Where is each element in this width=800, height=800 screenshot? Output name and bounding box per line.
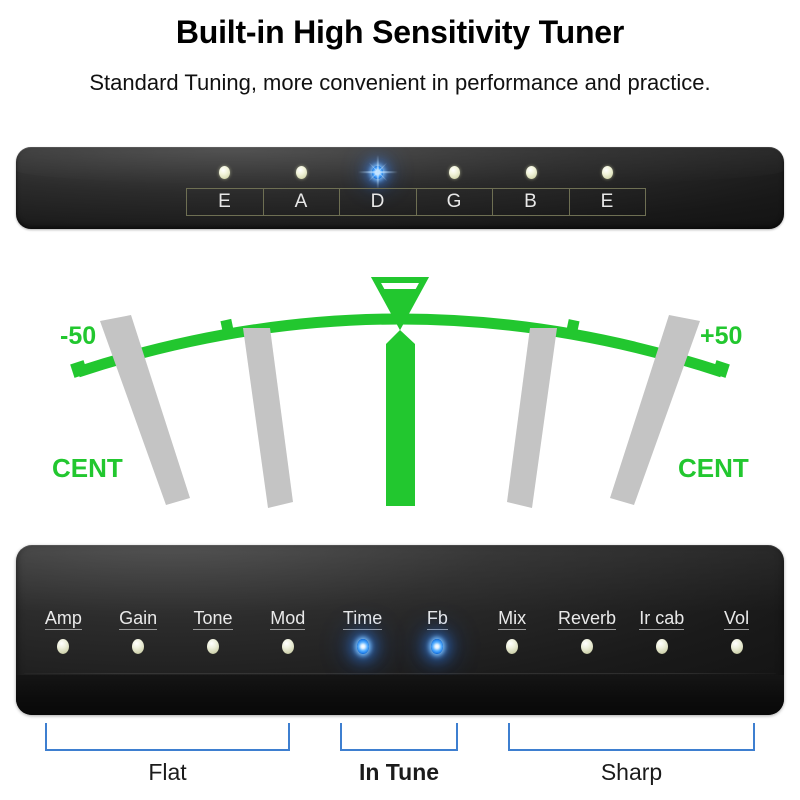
knob-vol[interactable]: Vol bbox=[699, 608, 774, 668]
knob-led-wrap bbox=[506, 639, 519, 654]
string-note-cell[interactable]: D bbox=[340, 189, 417, 215]
string-led-d-2 bbox=[357, 155, 398, 189]
knob-label: Gain bbox=[119, 608, 158, 630]
led-indicator-off bbox=[206, 639, 219, 654]
bracket-flat bbox=[45, 723, 290, 751]
bracket-label-flat: Flat bbox=[148, 759, 187, 785]
knob-led-wrap bbox=[431, 639, 444, 654]
knob-label: Ir cab bbox=[639, 608, 685, 630]
knob-gain[interactable]: Gain bbox=[101, 608, 176, 668]
led-indicator-on bbox=[356, 639, 369, 654]
knob-reverb[interactable]: Reverb bbox=[550, 608, 625, 668]
knob-amp[interactable]: Amp bbox=[26, 608, 101, 668]
knob-led-wrap bbox=[580, 639, 593, 654]
knob-label: Reverb bbox=[557, 608, 616, 630]
led-indicator-off bbox=[448, 165, 460, 179]
bracket-label-in-tune: In Tune bbox=[358, 759, 440, 785]
knob-fb[interactable]: Fb bbox=[400, 608, 475, 668]
led-indicator-off bbox=[218, 165, 230, 179]
bracket-in-tune bbox=[340, 723, 458, 751]
knob-label: Vol bbox=[724, 608, 750, 630]
string-led-e-0 bbox=[218, 165, 230, 179]
knob-led-wrap bbox=[281, 639, 294, 654]
knob-label: Mod bbox=[270, 608, 306, 630]
led-indicator-on bbox=[372, 165, 384, 179]
led-indicator-on bbox=[431, 639, 444, 654]
string-note-cell[interactable]: G bbox=[417, 189, 493, 215]
string-led-slot bbox=[339, 155, 416, 189]
string-led-g-3 bbox=[448, 165, 460, 179]
led-indicator-off bbox=[132, 639, 145, 654]
string-led-a-1 bbox=[295, 165, 307, 179]
knob-tone[interactable]: Tone bbox=[176, 608, 251, 668]
knob-ir-cab[interactable]: Ir cab bbox=[624, 608, 699, 668]
knob-label: Time bbox=[342, 608, 383, 630]
gauge-needle-center bbox=[386, 330, 415, 506]
string-led-slot bbox=[263, 161, 340, 183]
effects-control-panel: Amp Gain Tone Mod Time Fb Mix Reverb Ir cab Vol bbox=[16, 545, 784, 715]
led-indicator-off bbox=[295, 165, 307, 179]
led-indicator-off bbox=[281, 639, 294, 654]
string-led-slot bbox=[493, 161, 570, 183]
string-note-cell[interactable]: A bbox=[264, 189, 340, 215]
gauge-unit-label-left: CENT bbox=[52, 453, 123, 483]
string-led-slot bbox=[186, 161, 263, 183]
gauge-scale-label-max: +50 bbox=[700, 322, 743, 350]
tuner-infographic: Built-in High Sensitivity Tuner Standard… bbox=[0, 0, 800, 800]
string-led-e-5 bbox=[602, 165, 614, 179]
knob-led-wrap bbox=[132, 639, 145, 654]
tuning-range-brackets: Flat In Tune Sharp bbox=[0, 715, 800, 800]
gauge-scale-label-min: -50 bbox=[60, 322, 97, 350]
gauge-needle-left bbox=[243, 328, 293, 508]
led-indicator-off bbox=[730, 639, 743, 654]
string-led-b-4 bbox=[525, 165, 537, 179]
string-indicator-panel: EADGBE bbox=[16, 147, 784, 229]
led-indicator-off bbox=[525, 165, 537, 179]
knob-led-wrap bbox=[356, 639, 369, 654]
led-indicator-off bbox=[57, 639, 70, 654]
gauge-needle-right bbox=[507, 328, 557, 508]
string-note-cell[interactable]: B bbox=[493, 189, 570, 215]
knob-label: Amp bbox=[44, 608, 82, 630]
page-title: Built-in High Sensitivity Tuner bbox=[175, 14, 625, 50]
page-subtitle: Standard Tuning, more convenient in perf… bbox=[89, 70, 711, 95]
led-indicator-off bbox=[580, 639, 593, 654]
knob-mix[interactable]: Mix bbox=[475, 608, 550, 668]
string-note-cell[interactable]: E bbox=[570, 189, 646, 215]
panel-foot bbox=[16, 675, 784, 715]
knob-led-wrap bbox=[655, 639, 668, 654]
gauge-unit-label-right: CENT bbox=[678, 453, 749, 483]
led-indicator-off bbox=[506, 639, 519, 654]
string-note-cell[interactable]: E bbox=[187, 189, 264, 215]
string-note-row: EADGBE bbox=[186, 188, 646, 216]
bracket-label-sharp: Sharp bbox=[600, 759, 663, 785]
bracket-sharp bbox=[508, 723, 755, 751]
string-led-row bbox=[186, 155, 646, 189]
led-indicator-off bbox=[602, 165, 614, 179]
knob-label: Fb bbox=[426, 608, 448, 630]
panel-divider bbox=[24, 673, 776, 674]
led-indicator-off bbox=[655, 639, 668, 654]
knob-row: Amp Gain Tone Mod Time Fb Mix Reverb Ir cab Vol bbox=[26, 608, 774, 668]
knob-mod[interactable]: Mod bbox=[250, 608, 325, 668]
string-led-slot bbox=[569, 161, 646, 183]
knob-led-wrap bbox=[57, 639, 70, 654]
knob-led-wrap bbox=[730, 639, 743, 654]
tuner-gauge bbox=[0, 252, 800, 544]
string-led-slot bbox=[416, 161, 493, 183]
knob-label: Mix bbox=[498, 608, 527, 630]
knob-label: Tone bbox=[193, 608, 233, 630]
knob-led-wrap bbox=[206, 639, 219, 654]
knob-time[interactable]: Time bbox=[325, 608, 400, 668]
